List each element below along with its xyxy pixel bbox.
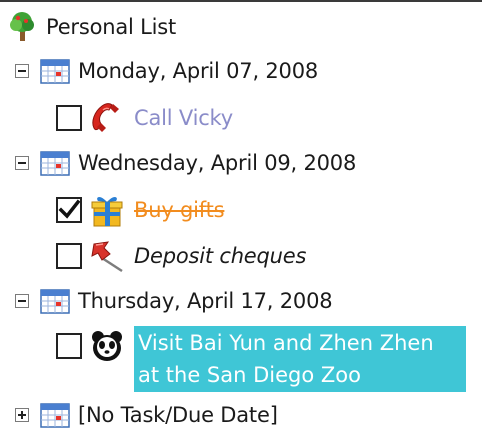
collapse-toggle[interactable] [15,156,29,170]
task-checkbox[interactable] [56,197,82,223]
task-row[interactable]: Call Vicky [56,100,233,136]
date-group-row[interactable]: Thursday, April 17, 2008 [15,288,333,314]
top-border [0,0,482,2]
date-group-row[interactable]: Monday, April 07, 2008 [15,58,318,84]
calendar-icon [40,59,70,84]
date-group-label: Monday, April 07, 2008 [78,59,319,83]
collapse-toggle[interactable] [15,64,29,78]
pushpin-icon [91,241,123,273]
task-label-selected: Visit Bai Yun and Zhen Zhen at the San D… [134,326,466,392]
panda-icon [92,331,122,361]
date-group-label: [No Task/Due Date] [78,403,278,427]
task-label: Call Vicky [134,106,234,130]
task-row[interactable]: Visit Bai Yun and Zhen Zhen at the San D… [56,326,466,392]
date-group-label: Thursday, April 17, 2008 [78,289,333,313]
calendar-icon [40,151,70,176]
task-checkbox[interactable] [56,243,82,269]
task-checkbox[interactable] [56,105,82,131]
collapse-toggle[interactable] [15,294,29,308]
gift-icon [91,196,123,227]
task-row[interactable]: Deposit cheques [56,238,306,274]
task-label: Deposit cheques [134,244,307,268]
phone-icon [92,103,119,132]
checkmark-icon [58,199,80,219]
date-group-row[interactable]: [No Task/Due Date] [15,402,278,428]
task-row[interactable]: Buy gifts [56,192,225,228]
calendar-icon [40,403,70,428]
expand-toggle[interactable] [15,408,29,422]
calendar-icon [40,289,70,314]
date-group-row[interactable]: Wednesday, April 09, 2008 [15,150,356,176]
task-label: Buy gifts [134,198,225,222]
tree-root[interactable]: Personal List [6,10,176,44]
tree-icon [10,12,34,41]
task-checkbox[interactable] [56,333,82,359]
root-label: Personal List [46,15,177,39]
date-group-label: Wednesday, April 09, 2008 [78,151,357,175]
